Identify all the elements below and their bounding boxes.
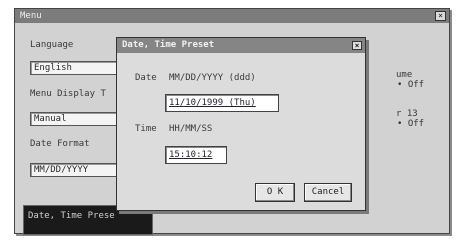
dialog-title: Date, Time Preset bbox=[122, 40, 215, 50]
menu-window-titlebar: Menu × bbox=[15, 9, 449, 23]
date-value: 11/10/1999 (Thu) bbox=[169, 98, 256, 108]
language-label: Language bbox=[30, 40, 74, 50]
volume-label-partial: ume bbox=[396, 70, 413, 80]
ok-button[interactable]: O K bbox=[255, 183, 295, 202]
radio-off-1-label: Off bbox=[407, 80, 425, 90]
dialog-titlebar: Date, Time Preset × bbox=[117, 38, 365, 53]
close-icon[interactable]: × bbox=[352, 41, 362, 50]
close-icon[interactable]: × bbox=[435, 11, 446, 21]
setting-label-partial: r 13 bbox=[396, 109, 418, 119]
menu-display-label: Menu Display T bbox=[30, 89, 106, 99]
radio-icon: • bbox=[397, 119, 403, 129]
date-time-preset-dialog: Date, Time Preset × Date MM/DD/YYYY (ddd… bbox=[116, 37, 366, 211]
time-value: 15:10:12 bbox=[169, 150, 213, 160]
radio-off-1[interactable]: • Off bbox=[397, 80, 424, 90]
date-input[interactable]: 11/10/1999 (Thu) bbox=[165, 94, 279, 112]
menu-window-title: Menu bbox=[20, 11, 42, 21]
time-format-hint: HH/MM/SS bbox=[169, 124, 213, 134]
radio-icon: • bbox=[397, 80, 403, 90]
date-format-label: Date Format bbox=[30, 139, 90, 149]
menu-display-field[interactable]: Manual bbox=[30, 112, 120, 126]
cancel-button[interactable]: Cancel bbox=[304, 183, 352, 202]
language-field[interactable]: English bbox=[30, 61, 120, 75]
time-label: Time bbox=[135, 124, 157, 134]
time-input[interactable]: 15:10:12 bbox=[165, 146, 227, 164]
radio-off-2-label: Off bbox=[407, 119, 425, 129]
radio-off-2[interactable]: • Off bbox=[397, 119, 424, 129]
date-format-field[interactable]: MM/DD/YYYY bbox=[30, 163, 120, 177]
date-label: Date bbox=[135, 73, 157, 83]
date-format-hint: MM/DD/YYYY (ddd) bbox=[169, 73, 256, 83]
